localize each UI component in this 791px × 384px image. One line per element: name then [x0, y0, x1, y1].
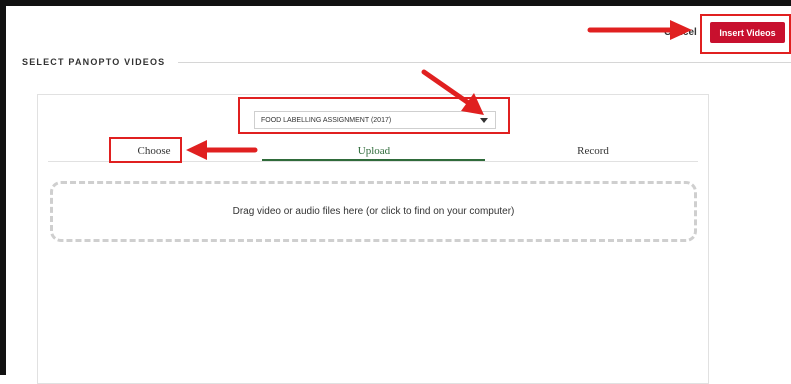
cancel-button[interactable]: Cancel — [664, 27, 697, 38]
annotation-box-choose — [109, 137, 182, 163]
window-top-border — [0, 0, 791, 6]
page-title: SELECT PANOPTO VIDEOS — [22, 57, 166, 67]
section-divider — [178, 62, 791, 63]
active-tab-indicator — [262, 159, 485, 161]
annotation-box-insert — [700, 14, 791, 54]
tab-upload[interactable]: Upload — [262, 140, 486, 161]
tab-record[interactable]: Record — [488, 140, 698, 161]
annotation-box-select — [238, 97, 510, 134]
upload-dropzone[interactable]: Drag video or audio files here (or click… — [50, 181, 697, 242]
window-left-border — [0, 0, 6, 375]
dropzone-text: Drag video or audio files here (or click… — [232, 206, 515, 217]
